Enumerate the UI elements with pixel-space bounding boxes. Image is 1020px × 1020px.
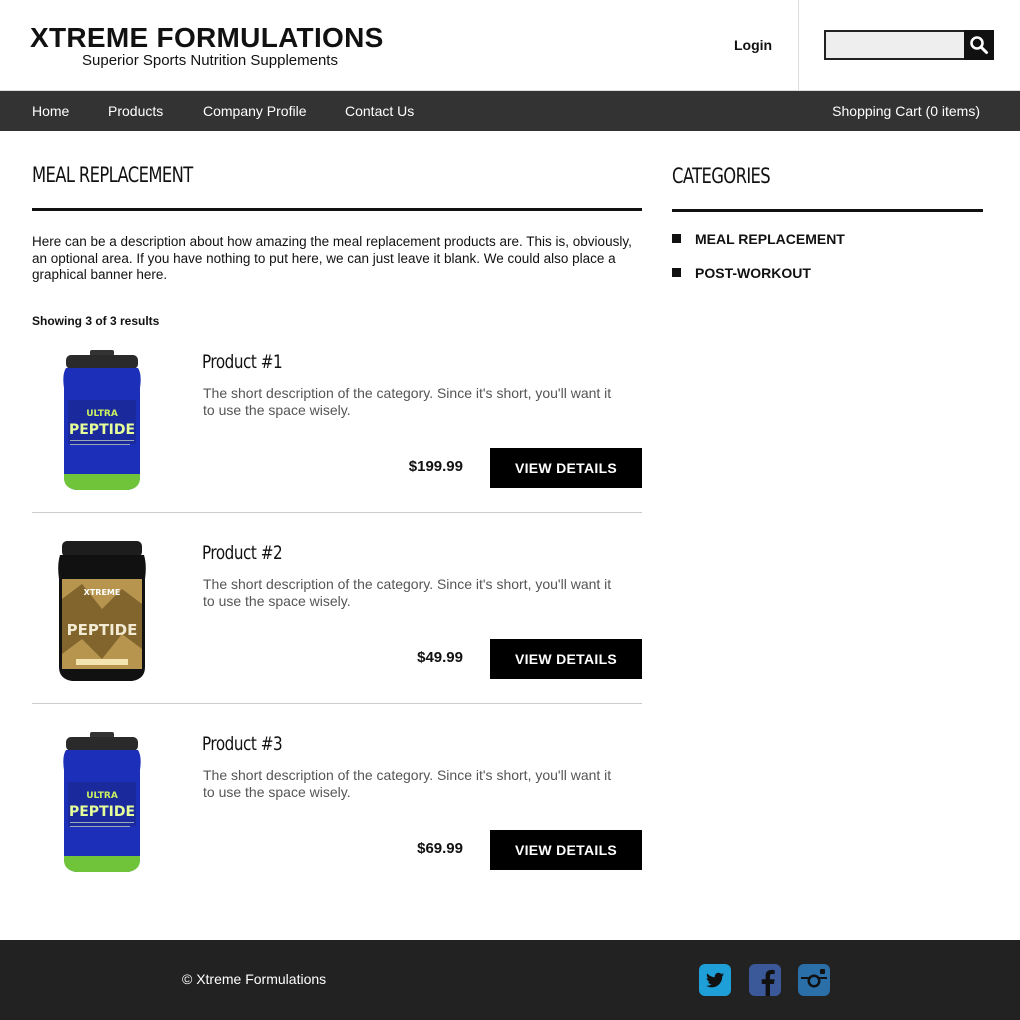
category-item-post-workout[interactable]: POST-WORKOUT [672,265,811,281]
page-title: MEAL REPLACEMENT [32,163,193,187]
product-description: The short description of the category. S… [203,385,612,418]
product-card: XTREME PEPTIDE Product #2 The short desc… [32,534,642,725]
sidebar-title-rule [672,209,983,212]
product-divider [32,512,642,513]
title-rule [32,208,642,211]
brand-tagline: Superior Sports Nutrition Supplements [82,52,338,69]
site-header: XTREME FORMULATIONS Superior Sports Nutr… [0,0,1020,91]
svg-text:PEPTIDE: PEPTIDE [69,422,135,438]
view-details-button[interactable]: VIEW DETAILS [490,830,642,870]
category-item-meal-replacement[interactable]: MEAL REPLACEMENT [672,231,845,247]
nav-item-contact-us[interactable]: Contact Us [345,103,414,119]
bullet-icon [672,234,681,243]
product-card: ULTRA PEPTIDE Product #3 The short descr… [32,725,642,916]
product-price: $69.99 [417,840,463,857]
product-price: $49.99 [417,649,463,666]
twitter-icon[interactable] [699,964,731,996]
search-button[interactable] [964,30,994,60]
nav-item-company-profile[interactable]: Company Profile [203,103,307,119]
site-footer: © Xtreme Formulations [0,940,1020,1020]
product-name[interactable]: Product #2 [202,542,283,564]
sidebar-title: CATEGORIES [672,164,771,188]
category-label: MEAL REPLACEMENT [695,231,845,247]
product-description: The short description of the category. S… [203,576,612,609]
svg-text:PEPTIDE: PEPTIDE [69,804,135,820]
search-icon [970,36,988,54]
product-card: ULTRA PEPTIDE Product #1 The short descr… [32,343,642,534]
view-details-button[interactable]: VIEW DETAILS [490,448,642,488]
category-label: POST-WORKOUT [695,265,811,281]
product-name[interactable]: Product #3 [202,733,283,755]
bullet-icon [672,268,681,277]
product-image[interactable]: ULTRA PEPTIDE [52,348,152,493]
login-link[interactable]: Login [734,37,772,53]
category-description: Here can be a description about how amaz… [32,234,632,282]
brand-title[interactable]: XTREME FORMULATIONS [30,22,384,54]
main-nav: Home Products Company Profile Contact Us… [0,91,1020,131]
product-description: The short description of the category. S… [203,767,612,800]
nav-item-products[interactable]: Products [108,103,163,119]
header-divider [798,0,799,91]
svg-text:PEPTIDE: PEPTIDE [67,621,138,639]
product-name[interactable]: Product #1 [202,351,283,373]
product-image[interactable]: XTREME PEPTIDE [52,539,152,684]
shopping-cart-link[interactable]: Shopping Cart (0 items) [832,103,980,119]
svg-text:ULTRA: ULTRA [86,409,118,419]
results-count: Showing 3 of 3 results [32,314,160,328]
facebook-icon[interactable] [749,964,781,996]
instagram-icon[interactable] [798,964,830,996]
nav-item-home[interactable]: Home [32,103,69,119]
view-details-button[interactable]: VIEW DETAILS [490,639,642,679]
search-input[interactable] [824,30,966,60]
product-divider [32,703,642,704]
product-price: $199.99 [408,458,463,475]
svg-text:ULTRA: ULTRA [86,791,118,801]
product-image[interactable]: ULTRA PEPTIDE [52,730,152,875]
svg-text:XTREME: XTREME [84,588,121,597]
copyright-text: © Xtreme Formulations [182,971,327,987]
